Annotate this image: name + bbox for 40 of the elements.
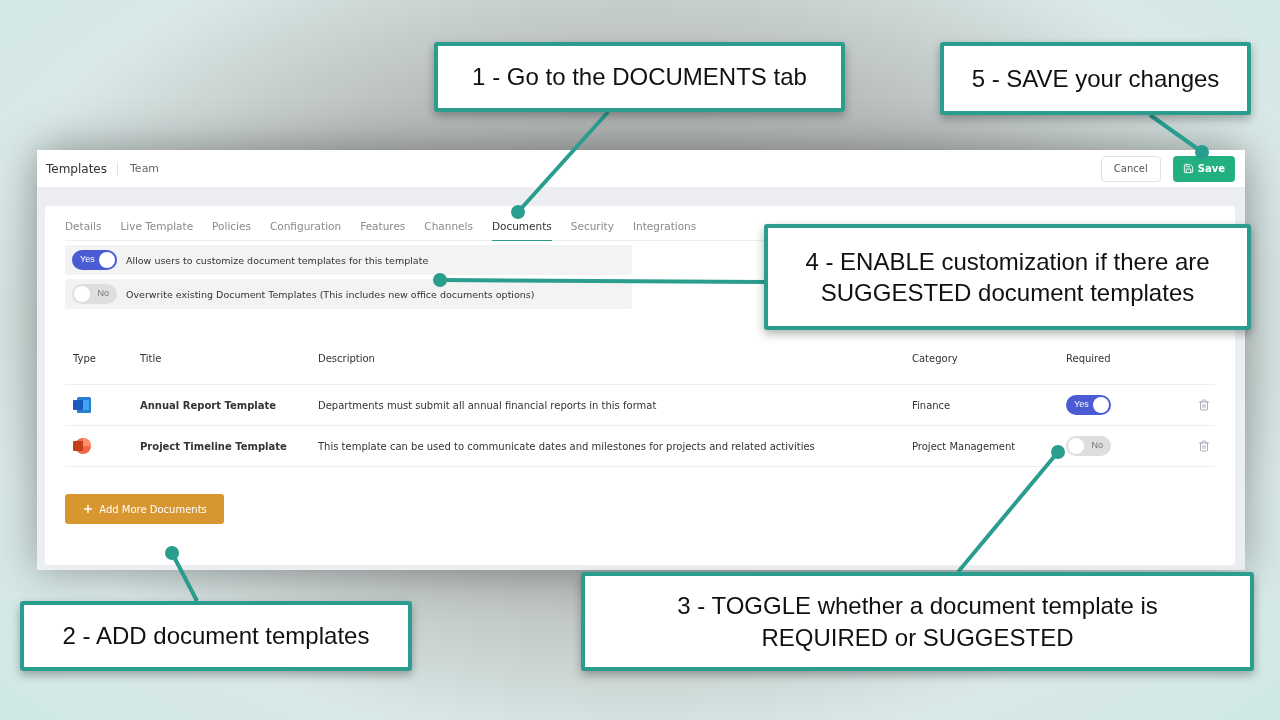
delete-icon[interactable] <box>1198 440 1210 452</box>
callout-text: 4 - ENABLE customization if there are SUGGESTED document templates <box>804 246 1211 308</box>
table-cell: This template can be used to communicate dates and milestones for projects and related activities <box>310 426 904 467</box>
presentation-icon <box>73 438 91 454</box>
tab[interactable]: Configuration <box>269 214 342 241</box>
column-header: Type <box>65 349 132 385</box>
breadcrumb-text: Team <box>130 162 161 175</box>
callout-text: 1 - Go to the DOCUMENTS tab <box>472 62 807 93</box>
tab[interactable]: Channels <box>424 214 473 241</box>
toggle-switch[interactable]: Yes <box>72 250 117 270</box>
tab[interactable]: Details <box>65 214 102 241</box>
table-cell: Annual Report Template <box>132 385 310 426</box>
plus-icon <box>82 503 95 515</box>
tab[interactable]: Features <box>360 214 406 241</box>
callout-text: 3 - TOGGLE whether a document template is REQUIRED or SUGGESTED <box>676 591 1159 653</box>
tab[interactable]: Integrations <box>632 214 697 241</box>
page-title: Templates <box>46 161 118 176</box>
document-icon <box>73 397 91 413</box>
tab[interactable]: Security <box>570 214 614 241</box>
column-header: Title <box>132 349 310 385</box>
column-header: Description <box>310 349 904 385</box>
setting-label: Overwrite existing Document Templates (This includes new office documents options) <box>126 288 535 300</box>
toggle-switch[interactable]: No <box>72 284 117 304</box>
cancel-button[interactable]: Cancel <box>1100 155 1161 182</box>
table-cell: Departments must submit all annual financial reports in this format <box>310 385 904 426</box>
add-documents-button[interactable]: Add More Documents <box>65 494 224 524</box>
save-icon <box>1182 163 1194 174</box>
callout-text: 5 - SAVE your changes <box>971 63 1220 94</box>
table-cell: Project Timeline Template <box>132 426 310 467</box>
tab[interactable]: Live Template <box>120 214 194 241</box>
toggle-switch[interactable]: Yes <box>1066 395 1111 415</box>
setting-label: Allow users to customize document templates for this template <box>126 254 429 266</box>
toggle-switch[interactable]: No <box>1066 436 1111 456</box>
callout-text: 2 - ADD document templates <box>62 621 370 652</box>
column-header: Category <box>904 349 1058 385</box>
column-header: Required <box>1058 349 1178 385</box>
table-cell: Finance <box>904 385 1058 426</box>
save-button[interactable]: Save <box>1172 155 1235 182</box>
delete-icon[interactable] <box>1198 399 1210 411</box>
tab[interactable]: Policies <box>212 214 251 241</box>
